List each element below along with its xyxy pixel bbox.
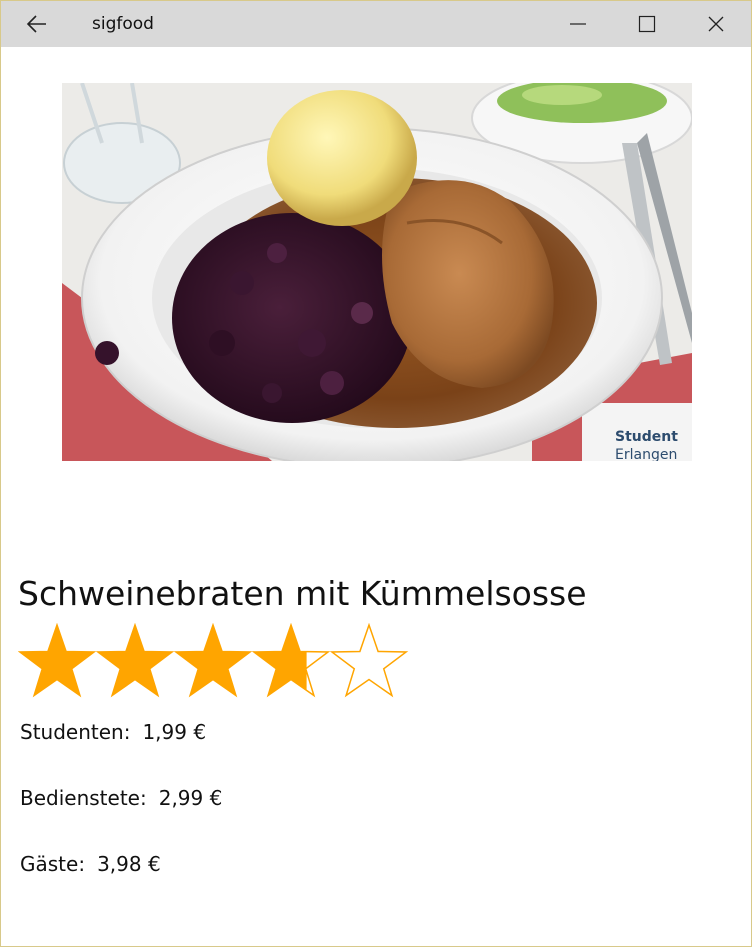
arrow-left-icon — [26, 15, 46, 33]
svg-text:Student: Student — [615, 429, 678, 445]
price-staff: Bedienstete: 2,99 € — [20, 784, 222, 812]
back-button[interactable] — [14, 1, 60, 47]
star-rating[interactable] — [17, 622, 418, 701]
star-outline-icon — [329, 622, 409, 698]
price-label: Gäste: — [20, 852, 86, 876]
close-icon — [708, 16, 724, 32]
price-value: 2,99 € — [158, 786, 223, 810]
dish-name: Schweinebraten mit Kümmelsosse — [18, 574, 587, 613]
star-filled-icon — [175, 625, 251, 696]
app-window: sigfood Student Erlangen Schweinebraten … — [0, 0, 752, 947]
price-guests: Gäste: 3,98 € — [20, 850, 161, 878]
title-bar: sigfood — [1, 1, 751, 47]
maximize-icon — [638, 15, 656, 33]
minimize-button[interactable] — [555, 1, 601, 47]
star-rating-graphic — [17, 622, 409, 698]
close-button[interactable] — [693, 1, 739, 47]
star-filled-icon — [19, 625, 95, 696]
price-students: Studenten: 1,99 € — [20, 718, 206, 746]
price-label: Studenten: — [20, 720, 131, 744]
app-title: sigfood — [92, 14, 154, 34]
svg-text:Erlangen: Erlangen — [615, 447, 677, 461]
price-label: Bedienstete: — [20, 786, 147, 810]
star-filled-icon — [97, 625, 173, 696]
dish-photo: Student Erlangen — [62, 83, 692, 461]
maximize-button[interactable] — [624, 1, 670, 47]
price-value: 3,98 € — [97, 852, 161, 876]
price-value: 1,99 € — [142, 720, 207, 744]
minimize-icon — [570, 23, 586, 25]
